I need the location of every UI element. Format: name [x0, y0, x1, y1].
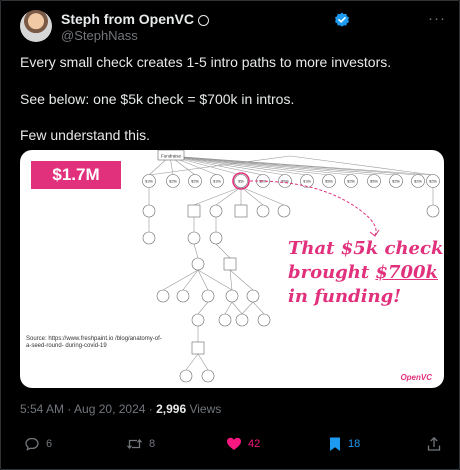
repost-count: 8 [149, 438, 156, 450]
reply-count: 6 [46, 438, 53, 450]
handwritten-amount: $700k [375, 262, 438, 283]
share-icon [427, 436, 441, 451]
reply-icon [25, 437, 39, 451]
investor-node-label: $50k [325, 180, 333, 184]
repost-button[interactable]: 8 [126, 436, 155, 452]
bookmark-button[interactable]: 18 [328, 436, 360, 452]
verified-badge-icon [335, 12, 349, 27]
tweet-text-line-2: See below: one $5k check = $700k in intr… [20, 91, 295, 107]
like-count: 42 [248, 438, 261, 450]
bookmark-icon [330, 437, 340, 451]
like-button[interactable]: 42 [226, 436, 260, 452]
views-count: 2,996 [156, 402, 187, 416]
tweet-meta: 5:54 AM · Aug 20, 2024 · 2,996 Views [20, 402, 221, 416]
investor-node-label: $25k [392, 180, 400, 184]
handwritten-note-line-3: in funding! [288, 286, 402, 307]
investor-node-label: $25k [191, 180, 199, 184]
tweet-image[interactable]: $1.7M seed Fundraise $10k $25k $25k $10k… [20, 150, 444, 388]
investor-node-label: $10k [213, 180, 221, 184]
investor-node-label: $10k [145, 180, 153, 184]
heart-icon [227, 437, 241, 450]
views-label: Views [186, 402, 222, 416]
handwritten-note-line-2a: brought [288, 262, 376, 283]
repost-icon [127, 439, 142, 449]
more-options-icon[interactable]: ··· [428, 10, 446, 27]
source-caption: Source: https://www.freshpaint.io /blog/… [26, 336, 162, 349]
share-button[interactable] [426, 436, 442, 452]
investor-node-label: $20k [414, 180, 422, 184]
author-name[interactable]: Steph from OpenVC [61, 11, 210, 27]
openvc-watermark: OpenVC [400, 373, 432, 382]
author-name-text[interactable]: Steph from OpenVC [61, 11, 194, 27]
investor-node-label: $10k [303, 180, 311, 184]
root-node-label: Fundraise [161, 154, 182, 159]
handwritten-note-line-2: brought $700k [288, 262, 438, 284]
investor-node-label: $5k [238, 180, 244, 184]
tweet-text-line-1: Every small check creates 1-5 intro path… [20, 54, 392, 70]
investor-node-label: $25k [347, 180, 355, 184]
tweet-text-line-3: Few understand this. [20, 127, 150, 143]
tweet-timestamp[interactable]: 5:54 AM · Aug 20, 2024 · [20, 402, 156, 416]
investor-node-label: $25k [169, 180, 177, 184]
reply-button[interactable]: 6 [24, 436, 52, 452]
affiliate-ring-icon [198, 14, 210, 26]
investor-node-label: $50k [370, 180, 378, 184]
bookmark-count: 18 [348, 438, 361, 450]
avatar[interactable] [20, 10, 52, 42]
handwritten-note-line-1: That $5k check [288, 238, 444, 259]
author-handle[interactable]: @StephNass [61, 28, 138, 43]
investor-node-label: $25k [429, 180, 437, 184]
